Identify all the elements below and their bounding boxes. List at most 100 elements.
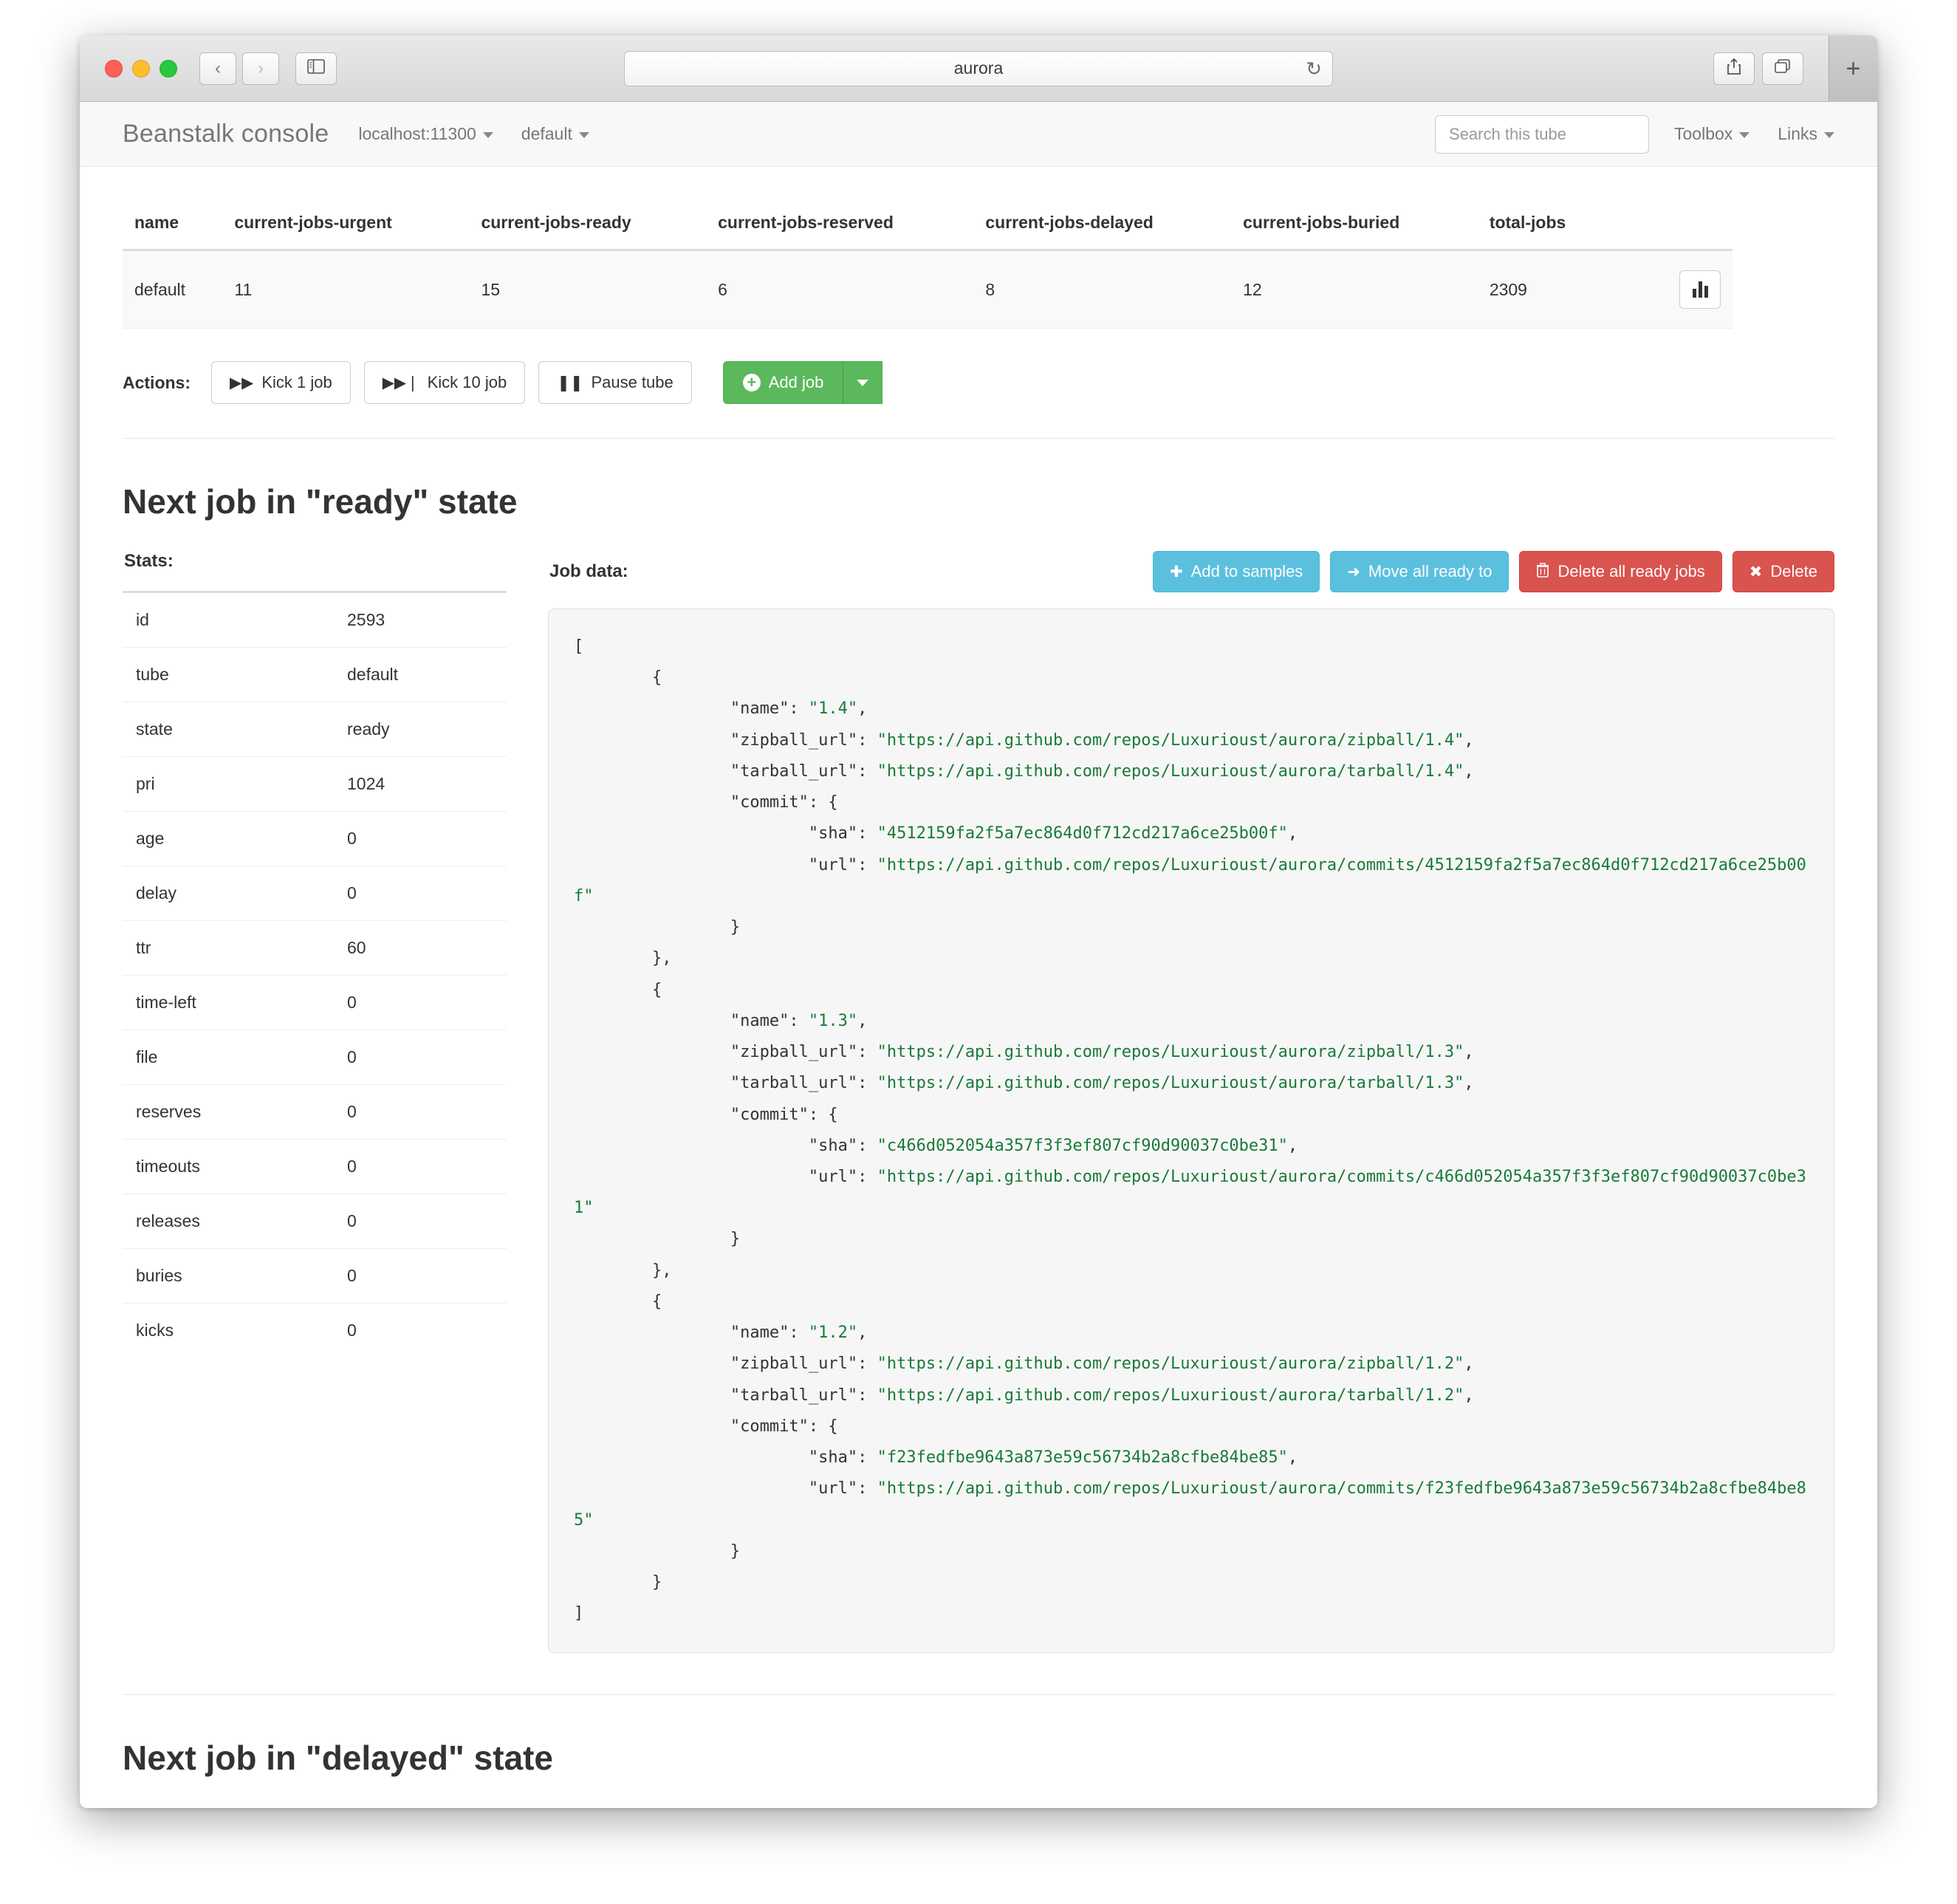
job-stats-table: id 2593 tube default state ready (123, 591, 507, 1357)
table-row: default 11 15 6 8 12 2309 (123, 250, 1732, 329)
chevron-down-icon (1824, 132, 1834, 138)
brand-title[interactable]: Beanstalk console (123, 120, 329, 148)
delayed-section-title: Next job in "delayed" state (123, 1738, 1834, 1778)
tube-dropdown[interactable]: default (521, 124, 589, 144)
tab-overview-button[interactable] (1762, 52, 1803, 85)
job-data-code-block[interactable]: [ { "name": "1.4", "zipball_url": "https… (548, 609, 1834, 1653)
job-data-header: Job data: ✚ Add to samples ➜ Move all re… (548, 551, 1834, 592)
delete-all-ready-jobs-label: Delete all ready jobs (1557, 562, 1704, 581)
cell-tube-name[interactable]: default (123, 250, 222, 329)
maximize-window-button[interactable] (160, 60, 177, 78)
navigation-buttons[interactable]: ‹ › (199, 52, 279, 85)
table-row: file 0 (123, 1030, 507, 1085)
toolbox-menu-label: Toolbox (1674, 124, 1732, 143)
table-row: state ready (123, 702, 507, 757)
arrow-right-icon: ➜ (1347, 564, 1360, 580)
fast-forward-icon: ▶▶ (230, 375, 253, 391)
page-content: name current-jobs-urgent current-jobs-re… (80, 202, 1877, 1808)
stat-value: 0 (334, 812, 507, 866)
kick-10-job-button[interactable]: ▶▶❘ Kick 10 job (364, 361, 526, 404)
kick-1-job-label: Kick 1 job (261, 373, 332, 392)
forward-button[interactable]: › (242, 52, 279, 85)
chevron-right-icon: › (258, 60, 264, 78)
links-menu[interactable]: Links (1778, 124, 1834, 144)
table-row: pri 1024 (123, 757, 507, 812)
column-header-current-jobs-buried: current-jobs-buried (1231, 202, 1478, 250)
browser-window: ‹ › aurora ↻ (80, 35, 1877, 1808)
stat-key: pri (123, 757, 334, 812)
address-bar-text: aurora (954, 58, 1003, 78)
trash-icon (1536, 563, 1549, 581)
add-job-group: + Add job (723, 361, 883, 404)
share-icon (1726, 58, 1742, 79)
delete-label: Delete (1770, 562, 1817, 581)
table-header-row: name current-jobs-urgent current-jobs-re… (123, 202, 1732, 250)
tube-actions-row: Actions: ▶▶ Kick 1 job ▶▶❘ Kick 10 job ❚… (123, 361, 1834, 439)
column-header-current-jobs-delayed: current-jobs-delayed (973, 202, 1231, 250)
table-row: delay 0 (123, 866, 507, 921)
move-all-ready-to-button[interactable]: ➜ Move all ready to (1330, 551, 1509, 592)
actions-label: Actions: (123, 373, 191, 393)
add-job-button[interactable]: + Add job (723, 361, 844, 404)
bar-chart-icon (1693, 281, 1708, 298)
chevron-down-icon (483, 132, 493, 138)
plus-icon: + (1846, 55, 1861, 83)
table-row: id 2593 (123, 592, 507, 648)
caret-down-icon (857, 380, 868, 386)
address-bar[interactable]: aurora ↻ (624, 51, 1333, 86)
table-row: kicks 0 (123, 1304, 507, 1358)
cell-total-jobs: 2309 (1478, 250, 1641, 329)
delete-button[interactable]: ✖ Delete (1732, 551, 1834, 592)
ready-job-data-column: Job data: ✚ Add to samples ➜ Move all re… (548, 551, 1834, 1653)
stat-key: releases (123, 1194, 334, 1249)
reload-icon[interactable]: ↻ (1306, 59, 1322, 78)
stat-key: time-left (123, 976, 334, 1030)
sidebar-icon (307, 59, 325, 78)
kick-10-job-label: Kick 10 job (428, 373, 507, 392)
stat-key: buries (123, 1249, 334, 1304)
stat-value: 0 (334, 1249, 507, 1304)
column-header-current-jobs-urgent: current-jobs-urgent (222, 202, 469, 250)
pause-tube-button[interactable]: ❚❚ Pause tube (538, 361, 692, 404)
stat-value: 0 (334, 1140, 507, 1194)
stat-key: tube (123, 648, 334, 702)
stat-key: ttr (123, 921, 334, 976)
table-row: age 0 (123, 812, 507, 866)
window-controls[interactable] (105, 60, 177, 78)
close-window-button[interactable] (105, 60, 123, 78)
minimize-window-button[interactable] (132, 60, 150, 78)
tube-dropdown-label: default (521, 124, 572, 143)
stat-value: 0 (334, 1304, 507, 1358)
server-dropdown[interactable]: localhost:11300 (358, 124, 493, 144)
bar-chart-button[interactable] (1679, 270, 1721, 309)
stat-key: timeouts (123, 1140, 334, 1194)
sidebar-toggle-button[interactable] (295, 52, 337, 85)
stats-label: Stats: (124, 551, 507, 572)
add-job-dropdown-toggle[interactable] (843, 361, 882, 404)
stat-value: ready (334, 702, 507, 757)
close-icon: ✖ (1749, 564, 1763, 580)
share-button[interactable] (1713, 52, 1755, 85)
links-menu-label: Links (1778, 124, 1817, 143)
cell-current-jobs-reserved: 6 (706, 250, 973, 329)
cell-current-jobs-urgent: 11 (222, 250, 469, 329)
toolbox-menu[interactable]: Toolbox (1674, 124, 1749, 144)
stat-value: 0 (334, 866, 507, 921)
table-row: buries 0 (123, 1249, 507, 1304)
delete-all-ready-jobs-button[interactable]: Delete all ready jobs (1519, 551, 1721, 592)
back-button[interactable]: ‹ (199, 52, 236, 85)
stat-key: id (123, 592, 334, 648)
stat-key: reserves (123, 1085, 334, 1140)
stat-value: 60 (334, 921, 507, 976)
move-all-ready-to-label: Move all ready to (1368, 562, 1492, 581)
ready-section-title: Next job in "ready" state (123, 482, 1834, 521)
new-tab-button[interactable]: + (1829, 35, 1877, 102)
ready-stats-column: Stats: id 2593 tube default (123, 551, 507, 1653)
search-input[interactable] (1435, 115, 1649, 154)
stat-value: 1024 (334, 757, 507, 812)
add-to-samples-button[interactable]: ✚ Add to samples (1153, 551, 1320, 592)
stat-key: state (123, 702, 334, 757)
server-dropdown-label: localhost:11300 (358, 124, 476, 143)
table-row: timeouts 0 (123, 1140, 507, 1194)
kick-1-job-button[interactable]: ▶▶ Kick 1 job (211, 361, 351, 404)
